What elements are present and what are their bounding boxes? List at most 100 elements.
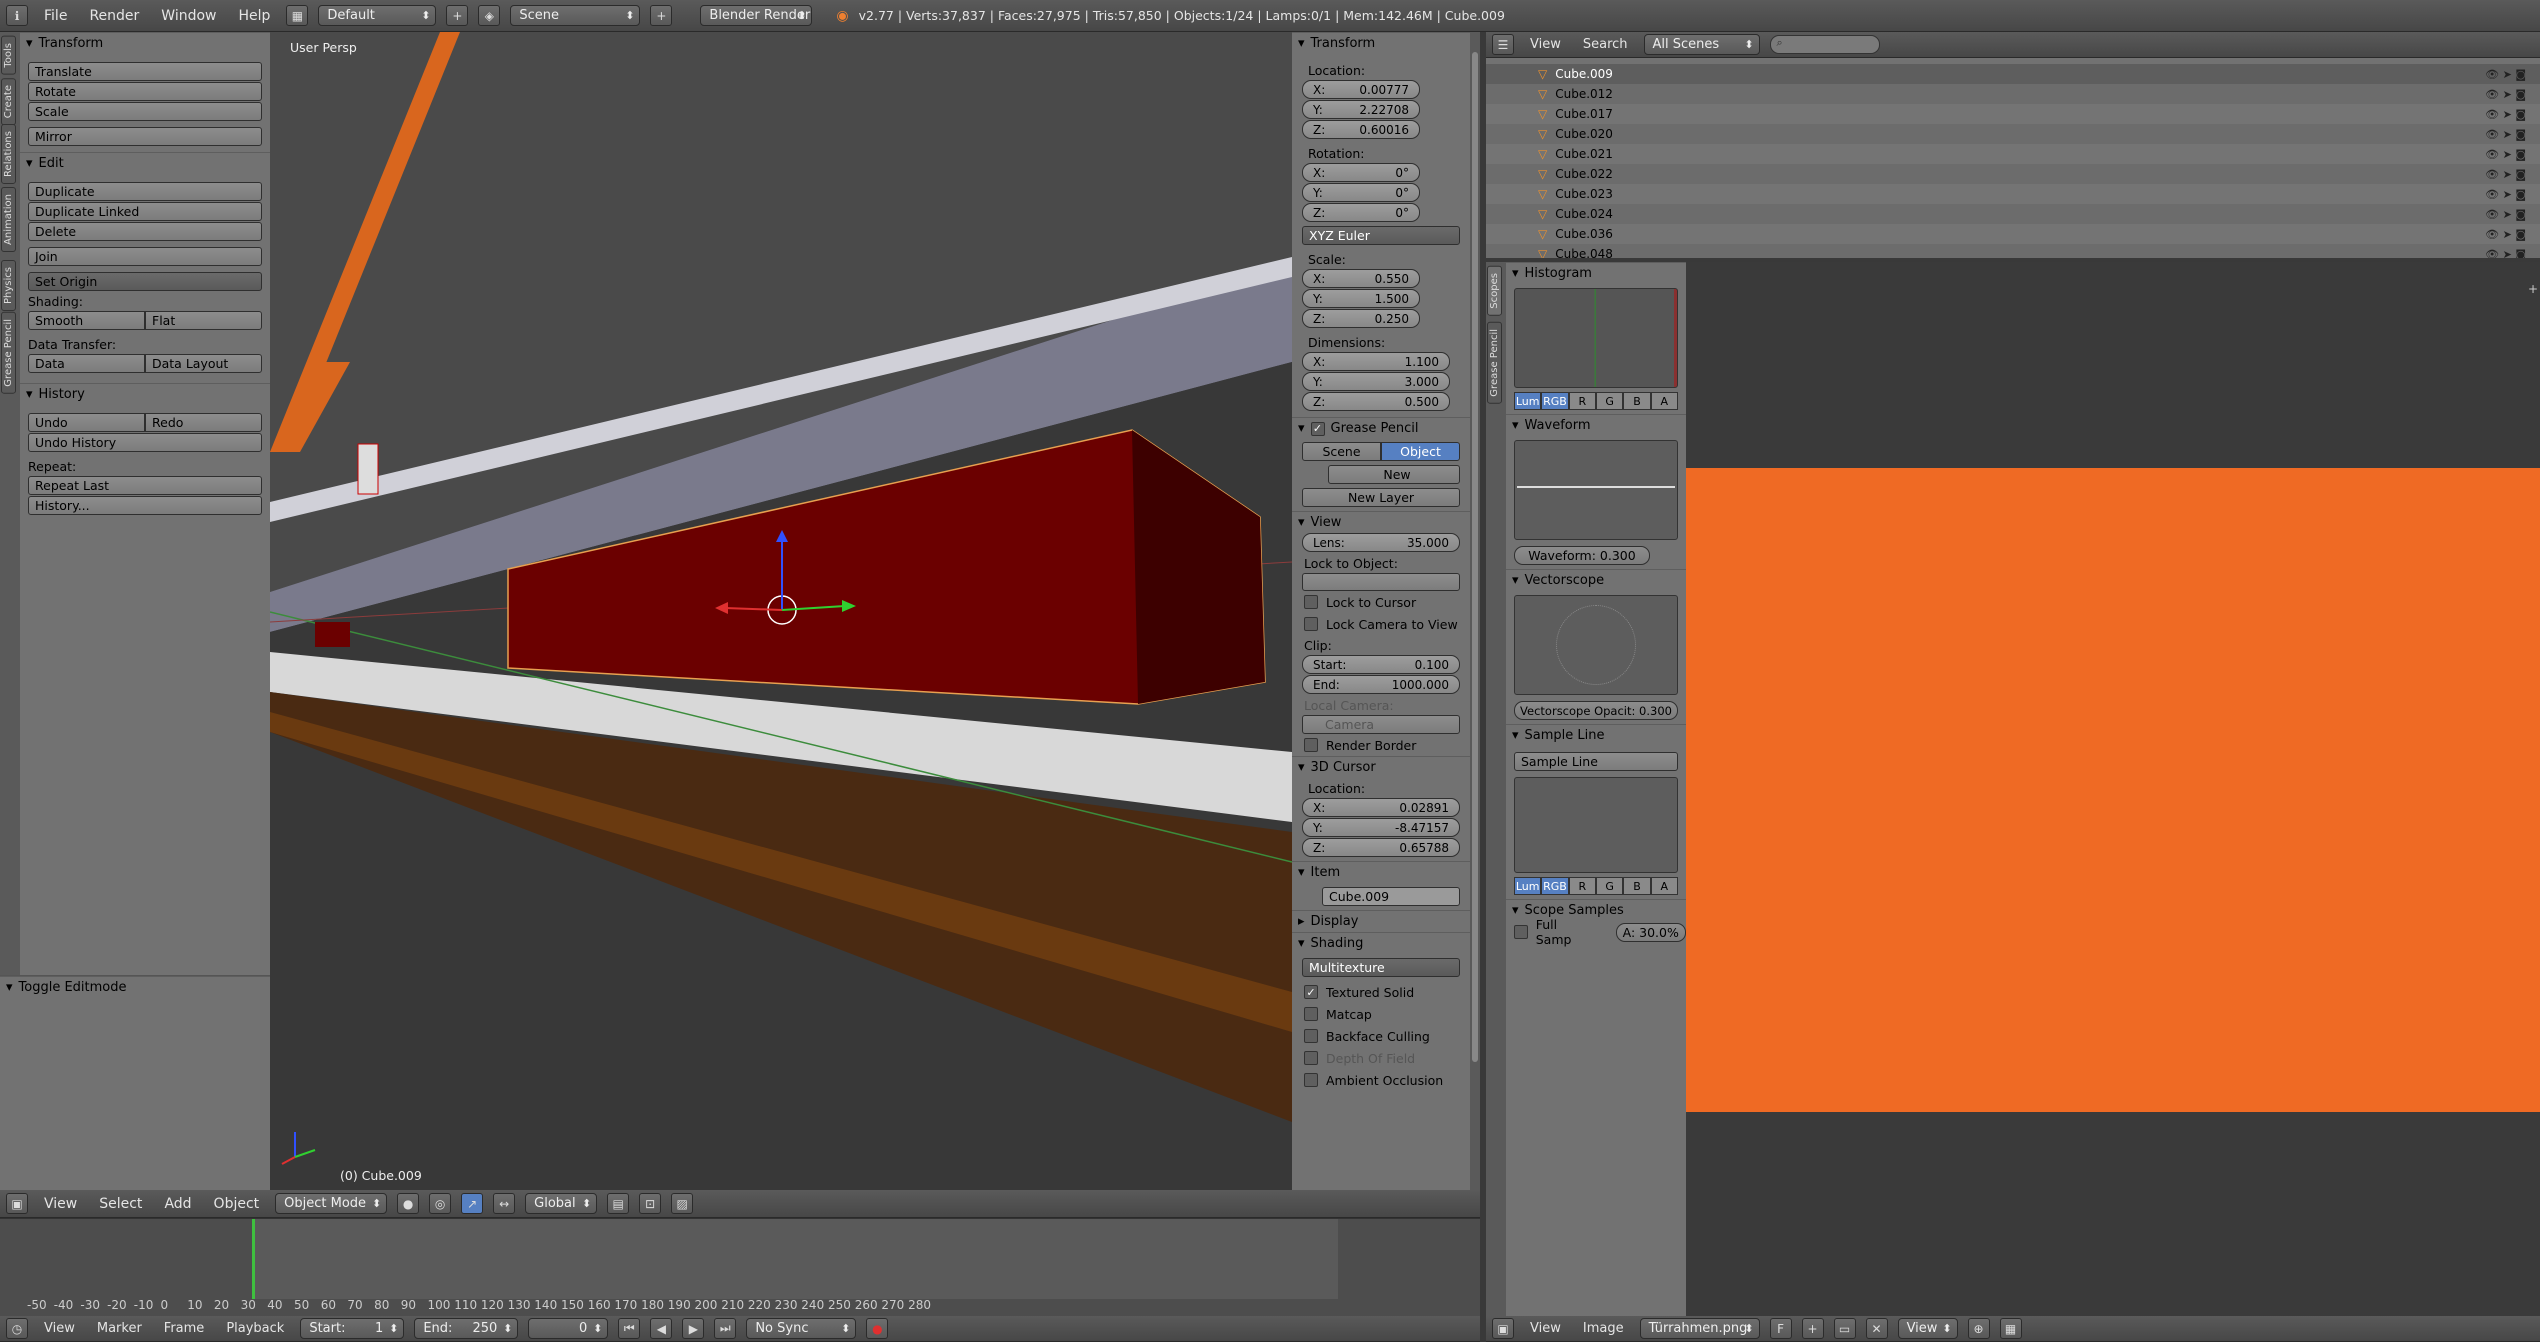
scope-samples-header[interactable]: ▾ Scope Samples [1506,899,1686,921]
visibility-icons[interactable]: 👁 ➤ ◙ [2485,188,2526,201]
waveform-opacity-field[interactable]: Waveform: 0.300 [1514,546,1650,565]
editor-type-icon[interactable]: ▣ [6,1193,28,1214]
transform-panel-header[interactable]: ▾ Transform [20,32,270,54]
image-view-mode-select[interactable]: View [1897,1318,1958,1339]
add-layout-icon[interactable]: + [446,5,469,26]
location-x-field[interactable]: X: 0.00777 [1302,80,1420,99]
outliner-item[interactable]: ▽ Cube.021 👁 ➤ ◙ [1486,144,2540,164]
textured-solid-option[interactable]: ✓ Textured Solid [1292,981,1470,1003]
outliner-item[interactable]: ▽ Cube.024 👁 ➤ ◙ [1486,204,2540,224]
matcap-checkbox[interactable] [1304,1007,1318,1021]
outliner-item[interactable]: ▽ Cube.048 👁 ➤ ◙ [1486,244,2540,258]
sample-line-button[interactable]: Sample Line [1514,752,1678,771]
scene-select[interactable]: Scene [510,5,641,26]
record-icon[interactable]: ● [866,1318,889,1339]
timeline-menu-marker[interactable]: Marker [91,1321,148,1336]
snap-icon[interactable]: ⊡ [639,1193,662,1214]
viewport-shading-icon[interactable]: ● [397,1193,420,1214]
item-panel-header[interactable]: ▾ Item [1292,861,1470,883]
orientation-select[interactable]: Global [525,1193,598,1214]
jump-start-icon[interactable]: ⏮ [618,1318,641,1339]
end-frame-field[interactable]: End: 250 [414,1318,519,1339]
render-border-checkbox[interactable] [1304,738,1318,752]
outliner-item[interactable]: ▽ Cube.023 👁 ➤ ◙ [1486,184,2540,204]
visibility-icons[interactable]: 👁 ➤ ◙ [2485,68,2526,81]
image-menu-image[interactable]: Image [1577,1321,1630,1336]
lens-field[interactable]: Lens: 35.000 [1302,533,1460,552]
grease-pencil-checkbox[interactable]: ✓ [1310,421,1325,436]
play-icon[interactable]: ▶ [682,1318,705,1339]
delete-button[interactable]: Delete [28,222,262,241]
mode-select[interactable]: Object Mode [275,1193,388,1214]
mirror-button[interactable]: Mirror [28,127,262,146]
outliner-item[interactable]: ▽ Cube.022 👁 ➤ ◙ [1486,164,2540,184]
clip-start-field[interactable]: Start: 0.100 [1302,655,1460,674]
location-y-field[interactable]: Y: 2.22708 [1302,100,1420,119]
visibility-icons[interactable]: 👁 ➤ ◙ [2485,228,2526,241]
history-panel-header[interactable]: ▾ History [20,383,270,405]
data-button[interactable]: Data [28,354,145,373]
vectorscope-display[interactable] [1514,595,1678,695]
undo-button[interactable]: Undo [28,413,145,432]
tab-relations[interactable]: Relations [1,124,16,184]
channel-b[interactable]: B [1623,877,1651,895]
transform-props-header[interactable]: ▾ Transform [1292,32,1470,54]
rotation-mode-select[interactable]: XYZ Euler [1302,226,1460,245]
translate-manipulator-icon[interactable]: ↔ [493,1193,516,1214]
channel-b[interactable]: B [1623,392,1651,410]
outliner-item[interactable]: ▽ Cube.017 👁 ➤ ◙ [1486,104,2540,124]
repeat-last-button[interactable]: Repeat Last [28,476,262,495]
fake-user-icon[interactable]: F [1769,1318,1792,1339]
pivot-icon[interactable]: ⊕ [1967,1318,1990,1339]
display-channels-icon[interactable]: ▦ [1999,1318,2022,1339]
tab-create[interactable]: Create [1,78,16,126]
render-preview-icon[interactable]: ▨ [671,1193,694,1214]
scene-icon[interactable]: ◈ [478,5,501,26]
shading-mode-select[interactable]: Multitexture [1302,958,1460,977]
tab-tools[interactable]: Tools [1,36,16,75]
new-image-icon[interactable]: + [1801,1318,1824,1339]
ambient-occlusion-option[interactable]: Ambient Occlusion [1292,1069,1470,1091]
tab-grease-pencil[interactable]: Grease Pencil [1,312,16,394]
depth-of-field-option[interactable]: Depth Of Field [1292,1047,1470,1069]
full-samp-option[interactable]: Full Samp A: 30.0% [1506,917,1686,947]
gp-object-button[interactable]: Object [1381,442,1460,461]
sync-select[interactable]: No Sync [746,1318,857,1339]
outliner-search-input[interactable]: ⌕ [1769,35,1880,54]
visibility-icons[interactable]: 👁 ➤ ◙ [2485,148,2526,161]
clip-end-field[interactable]: End: 1000.000 [1302,675,1460,694]
menu-add[interactable]: Add [158,1196,197,1212]
history-button[interactable]: History... [28,496,262,515]
waveform-header[interactable]: ▾ Waveform [1506,414,1686,436]
image-editor-icon[interactable]: ▣ [1492,1318,1514,1339]
render-border-option[interactable]: Render Border [1292,734,1470,756]
lock-object-field[interactable] [1302,573,1460,591]
visibility-icons[interactable]: 👁 ➤ ◙ [2485,248,2526,259]
channel-a[interactable]: A [1650,877,1678,895]
scale-y-field[interactable]: Y: 1.500 [1302,289,1420,308]
3d-viewport[interactable]: User Persp (0) Cube.009 [270,32,1292,1190]
timeline-menu-playback[interactable]: Playback [220,1321,290,1336]
3d-cursor-header[interactable]: ▾ 3D Cursor [1292,756,1470,778]
outliner-item[interactable]: ▽ Cube.012 👁 ➤ ◙ [1486,84,2540,104]
histogram-header[interactable]: ▾ Histogram [1506,262,1686,284]
toggle-editmode-header[interactable]: ▾ Toggle Editmode [0,976,270,998]
dimensions-y-field[interactable]: Y: 3.000 [1302,372,1450,391]
start-frame-field[interactable]: Start: 1 [300,1318,405,1339]
timeline-editor-icon[interactable]: ◷ [6,1318,28,1339]
menu-object[interactable]: Object [208,1196,266,1212]
backface-culling-checkbox[interactable] [1304,1029,1318,1043]
menu-help[interactable]: Help [232,8,276,24]
smooth-button[interactable]: Smooth [28,311,145,330]
outliner-item[interactable]: ▽ Cube.020 👁 ➤ ◙ [1486,124,2540,144]
rotation-x-field[interactable]: X: 0° [1302,163,1420,182]
layers-icon[interactable]: ▤ [607,1193,630,1214]
cursor-x-field[interactable]: X: 0.02891 [1302,798,1460,817]
gp-scene-button[interactable]: Scene [1302,442,1381,461]
layout-select[interactable]: Default [318,5,437,26]
menu-window[interactable]: Window [155,8,222,24]
scale-x-field[interactable]: X: 0.550 [1302,269,1420,288]
image-menu-view[interactable]: View [1524,1321,1567,1336]
visibility-icons[interactable]: 👁 ➤ ◙ [2485,208,2526,221]
outliner-menu-view[interactable]: View [1524,37,1567,52]
